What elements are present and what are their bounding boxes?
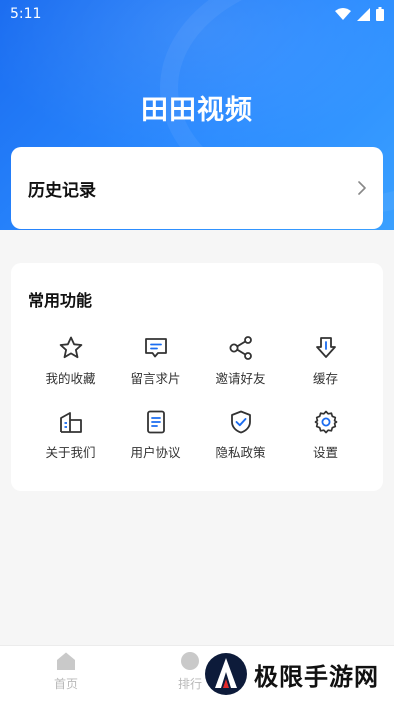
gear-icon [314, 410, 337, 434]
functions-grid: 我的收藏 留言求片 邀请好友 缓存 关于我们 用户协议 隐私政策 设置 [28, 335, 368, 461]
home-icon [57, 652, 75, 670]
chevron-right-icon [358, 181, 366, 195]
about-us-label: 关于我们 [45, 445, 96, 460]
privacy-policy-label: 隐私政策 [215, 445, 266, 460]
share-icon [229, 336, 252, 360]
settings-label: 设置 [312, 445, 338, 460]
building-icon [59, 412, 82, 433]
tab-home-label: 首页 [53, 677, 78, 691]
wifi-icon [335, 8, 351, 20]
watermark-text: 极限手游网 [254, 661, 379, 691]
shield-check-icon [230, 410, 251, 434]
favorites-button[interactable]: 我的收藏 [28, 335, 113, 387]
watermark: 极限手游网 [204, 652, 379, 696]
ranking-icon [181, 652, 199, 670]
star-icon [59, 336, 82, 359]
status-time: 5:11 [10, 6, 42, 22]
invite-friends-label: 邀请好友 [215, 371, 266, 386]
about-us-button[interactable]: 关于我们 [28, 409, 113, 461]
user-agreement-label: 用户协议 [130, 445, 181, 460]
cache-label: 缓存 [312, 371, 338, 386]
message-icon [144, 338, 167, 358]
battery-icon [376, 7, 384, 21]
privacy-policy-button[interactable]: 隐私政策 [198, 409, 283, 461]
download-icon [315, 337, 336, 358]
history-row[interactable]: 历史记录 [11, 147, 383, 229]
favorites-label: 我的收藏 [45, 371, 96, 386]
user-agreement-button[interactable]: 用户协议 [113, 409, 198, 461]
status-bar: 5:11 [0, 0, 394, 28]
document-icon [146, 410, 165, 434]
status-icons [335, 7, 384, 21]
cache-button[interactable]: 缓存 [283, 335, 368, 387]
tab-ranking-label: 排行 [177, 677, 202, 691]
request-movie-label: 留言求片 [130, 371, 181, 386]
request-movie-button[interactable]: 留言求片 [113, 335, 198, 387]
cell-signal-icon [357, 7, 370, 21]
invite-friends-button[interactable]: 邀请好友 [198, 335, 283, 387]
settings-button[interactable]: 设置 [283, 409, 368, 461]
app-title: 田田视频 [141, 95, 253, 126]
watermark-logo [205, 653, 247, 695]
tab-home[interactable]: 首页 [36, 650, 96, 692]
history-label: 历史记录 [28, 180, 96, 201]
functions-title: 常用功能 [28, 291, 93, 310]
functions-card: 常用功能 我的收藏 留言求片 邀请好友 缓存 关于我们 用户协议 隐私政策 设置 [11, 263, 383, 491]
